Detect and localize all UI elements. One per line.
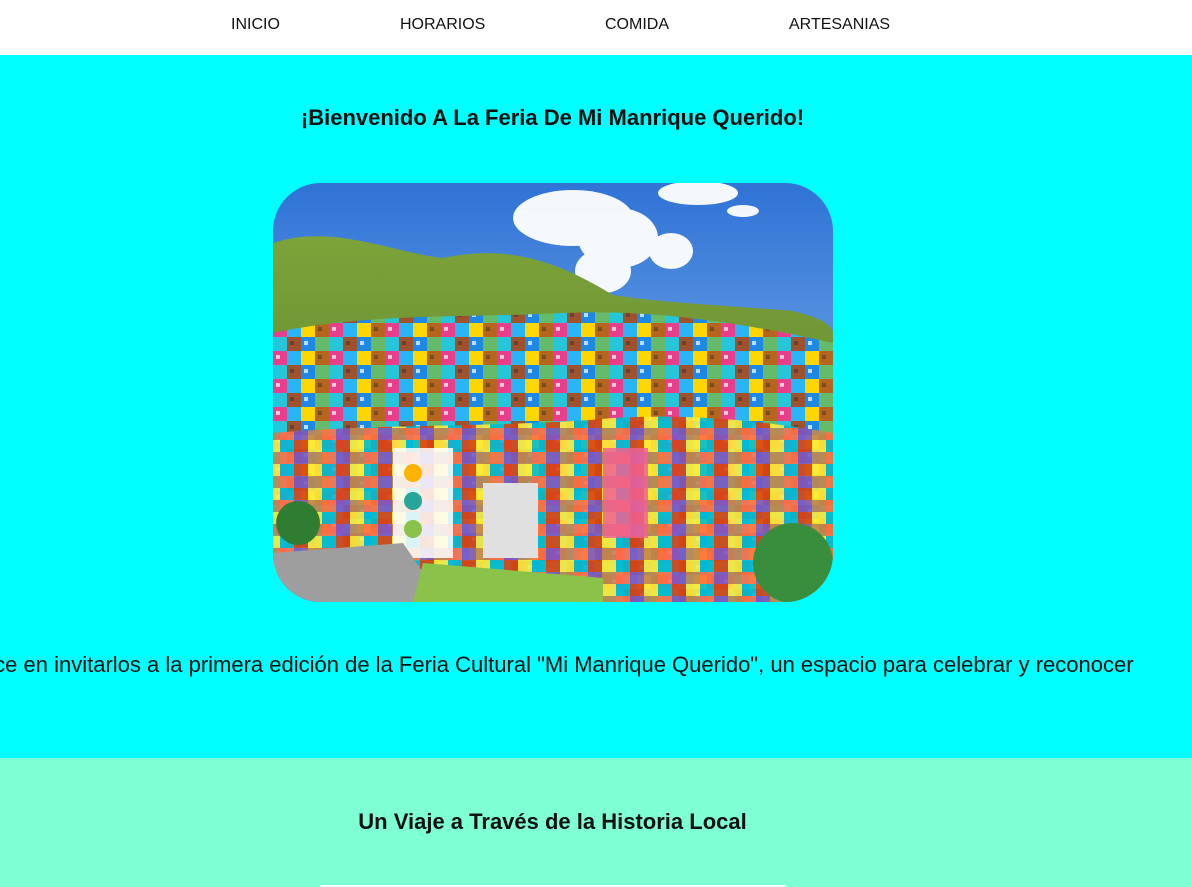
history-title: Un Viaje a Través de la Historia Local (358, 809, 747, 834)
top-navigation: INICIO HORARIOS COMIDA ARTESANIAS (0, 0, 1192, 55)
hero-photo-manrique-neighborhood (273, 183, 833, 602)
history-section: Un Viaje a Través de la Historia Local (0, 758, 1192, 887)
welcome-marquee-text: Nos complace en invitarlos a la primera … (0, 652, 1134, 677)
hero-title: ¡Bienvenido A La Feria De Mi Manrique Qu… (300, 105, 805, 130)
nav-link-artesanias[interactable]: ARTESANIAS (789, 16, 890, 34)
nav-link-inicio[interactable]: INICIO (231, 16, 280, 34)
hero-section: ¡Bienvenido A La Feria De Mi Manrique Qu… (0, 55, 1192, 758)
nav-link-comida[interactable]: COMIDA (605, 16, 669, 34)
nav-link-horarios[interactable]: HORARIOS (400, 16, 485, 34)
